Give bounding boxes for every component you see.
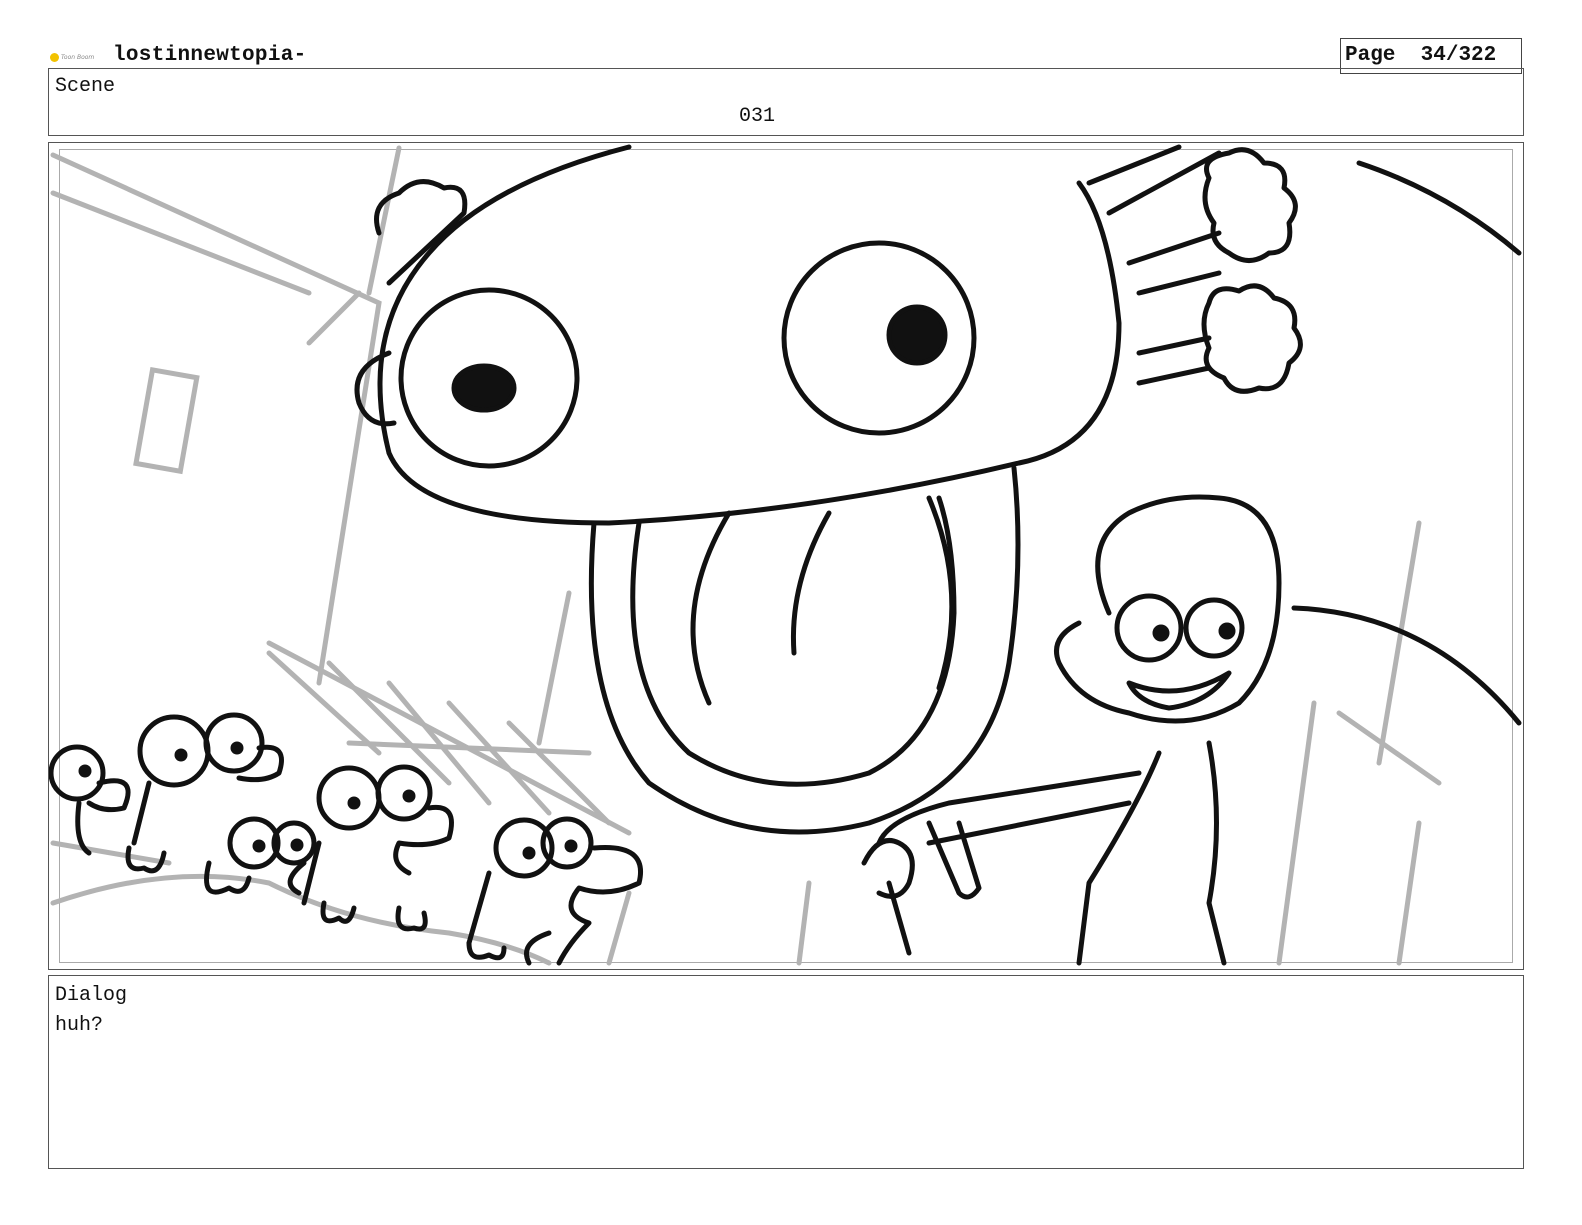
storyboard-panel[interactable] (48, 142, 1524, 970)
storyboard-sketch (49, 144, 1522, 966)
project-title: lostinnewtopia- (113, 44, 307, 67)
logo-text: Toon Boom (61, 53, 95, 61)
scene-header: Scene 031 (48, 68, 1524, 136)
dialog-box[interactable]: Dialog huh? (48, 975, 1524, 1169)
sun-icon (50, 52, 59, 62)
page-number: 34/322 (1420, 44, 1497, 67)
dialog-text[interactable]: huh? (55, 1014, 103, 1037)
scene-label: Scene (55, 75, 116, 98)
dialog-label: Dialog (55, 984, 128, 1007)
toon-boom-logo: Toon Boom (50, 50, 102, 64)
scene-number: 031 (739, 105, 776, 128)
page-label: Page (1345, 44, 1396, 67)
